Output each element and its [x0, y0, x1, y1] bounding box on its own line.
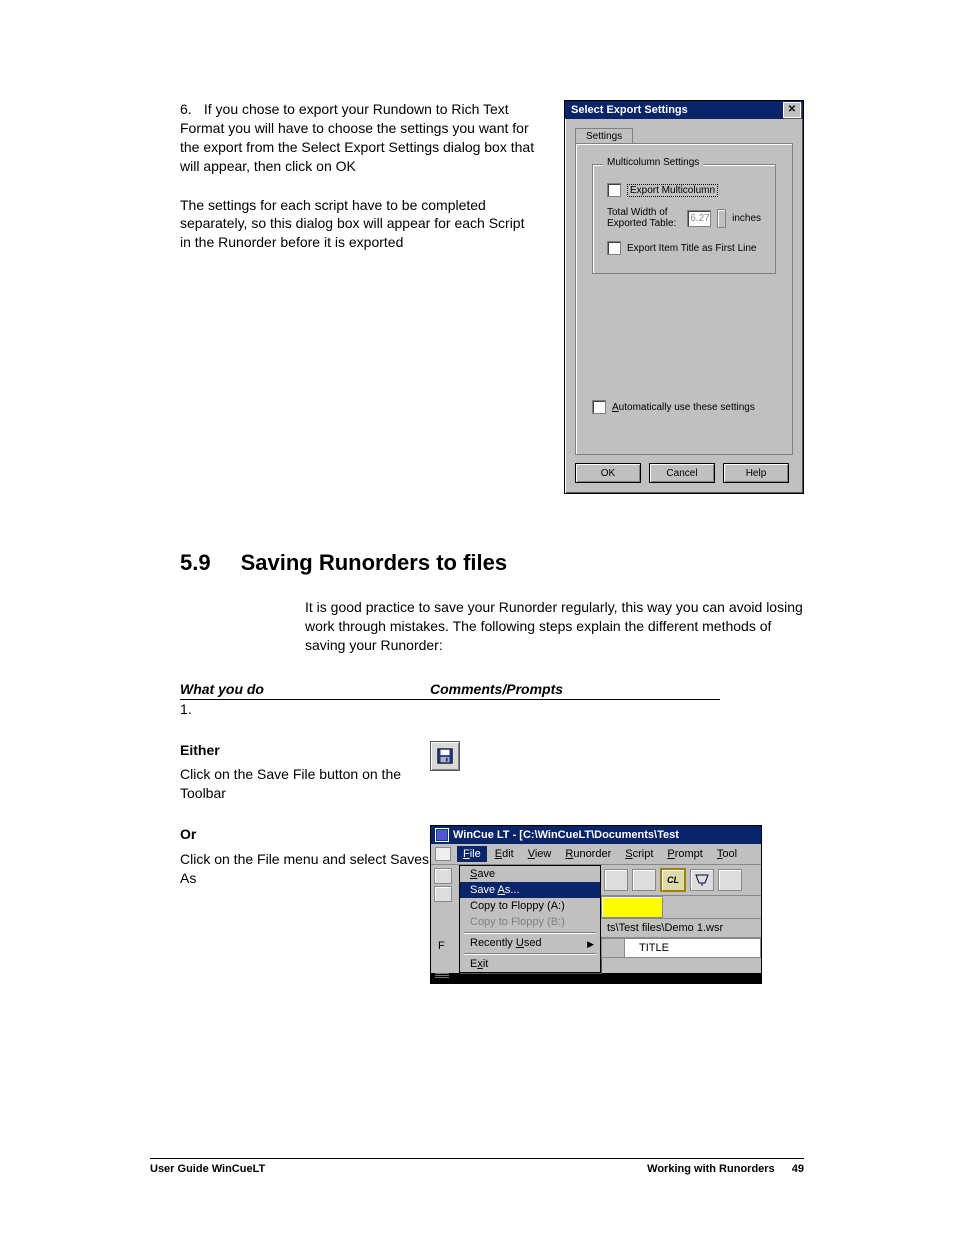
- dialog-title: Select Export Settings: [571, 104, 781, 116]
- group-legend: Multicolumn Settings: [603, 157, 703, 168]
- toolbar-icon[interactable]: [434, 868, 452, 884]
- wincue-titlebar: WinCue LT - [C:\WinCueLT\Documents\Test: [431, 826, 761, 844]
- drag-handle-icon[interactable]: [435, 973, 449, 979]
- wincue-screenshot: WinCue LT - [C:\WinCueLT\Documents\Test …: [430, 825, 762, 984]
- toolbar-cl-icon[interactable]: CL: [660, 868, 686, 892]
- help-button[interactable]: Help: [723, 463, 789, 483]
- prompter-icon: [695, 874, 709, 886]
- dialog-titlebar: Select Export Settings ✕: [565, 101, 803, 119]
- export-multicolumn-label: Export Multicolumn: [627, 184, 718, 197]
- toolbar-icon[interactable]: [604, 869, 628, 891]
- menu-runorder[interactable]: Runorder: [559, 846, 617, 862]
- file-copy-b: Copy to Floppy (B:): [460, 914, 600, 930]
- multicolumn-group: Multicolumn Settings Export Multicolumn …: [592, 164, 776, 274]
- auto-settings-label: Automatically use these settings: [612, 402, 755, 413]
- menu-edit[interactable]: Edit: [489, 846, 520, 862]
- step6-text: 6. If you chose to export your Rundown t…: [180, 100, 546, 176]
- toolbar-icon[interactable]: [434, 886, 452, 902]
- file-copy-a[interactable]: Copy to Floppy (A:): [460, 898, 600, 914]
- page-footer: User Guide WinCueLT Working with Runorde…: [150, 1158, 804, 1175]
- title-column-header: TITLE: [625, 939, 683, 957]
- either-text: Click on the Save File button on the Too…: [180, 765, 430, 803]
- file-save-as[interactable]: Save As...: [460, 882, 600, 898]
- toolbar-icon[interactable]: [718, 869, 742, 891]
- footer-left: User Guide WinCueLT: [150, 1163, 265, 1175]
- file-dropdown: Save Save As... Copy to Floppy (A:) Copy…: [459, 865, 601, 973]
- step-1-number: 1.: [180, 700, 430, 719]
- save-toolbar-button[interactable]: [430, 741, 460, 771]
- col-what-you-do: What you do: [180, 681, 430, 700]
- menu-view[interactable]: View: [522, 846, 558, 862]
- either-label: Either: [180, 741, 430, 760]
- or-text: Click on the File menu and select Saves …: [180, 850, 430, 888]
- export-multicolumn-checkbox[interactable]: [607, 183, 621, 197]
- section-paragraph: It is good practice to save your Runorde…: [305, 598, 804, 655]
- select-export-settings-dialog: Select Export Settings ✕ Settings Multic…: [564, 100, 804, 494]
- app-icon: [435, 828, 449, 842]
- step6-body: If you chose to export your Rundown to R…: [180, 101, 534, 174]
- toolbar-icon[interactable]: [632, 869, 656, 891]
- col-comments: Comments/Prompts: [430, 681, 720, 700]
- footer-right: Working with Runorders: [647, 1163, 775, 1175]
- file-exit[interactable]: Exit: [460, 956, 600, 972]
- tab-settings[interactable]: Settings: [575, 128, 633, 144]
- export-firstline-label: Export Item Title as First Line: [627, 243, 757, 254]
- section-title: Saving Runorders to files: [241, 550, 508, 576]
- file-save[interactable]: Save: [460, 866, 600, 882]
- menu-prompt[interactable]: Prompt: [661, 846, 708, 862]
- width-spinner[interactable]: [717, 209, 726, 228]
- path-display: ts\Test files\Demo 1.wsr: [601, 919, 761, 938]
- export-firstline-checkbox[interactable]: [607, 241, 621, 255]
- menu-tool[interactable]: Tool: [711, 846, 743, 862]
- ok-button[interactable]: OK: [575, 463, 641, 483]
- section-number: 5.9: [180, 550, 211, 576]
- width-unit: inches: [732, 213, 761, 224]
- menu-file[interactable]: File: [457, 846, 487, 862]
- cancel-button[interactable]: Cancel: [649, 463, 715, 483]
- width-input[interactable]: 6.27: [687, 210, 711, 227]
- row-header: [602, 939, 625, 957]
- or-label: Or: [180, 825, 430, 844]
- wincue-title-text: WinCue LT - [C:\WinCueLT\Documents\Test: [453, 829, 679, 841]
- width-label: Total Width of Exported Table:: [607, 207, 681, 229]
- menu-script[interactable]: Script: [619, 846, 659, 862]
- toolbar-highlight[interactable]: [601, 896, 663, 918]
- f-label: F: [434, 940, 456, 952]
- auto-settings-checkbox[interactable]: [592, 400, 606, 414]
- floppy-icon: [436, 747, 454, 765]
- file-recently-used[interactable]: Recently Used▶: [460, 935, 600, 951]
- menubar: File Edit View Runorder Script Prompt To…: [431, 844, 761, 865]
- close-icon[interactable]: ✕: [783, 102, 801, 118]
- page-number: 49: [792, 1163, 804, 1175]
- step6-followup: The settings for each script have to be …: [180, 196, 546, 253]
- document-icon: [435, 847, 451, 861]
- step6-num: 6.: [180, 100, 200, 119]
- toolbar-icon[interactable]: [690, 869, 714, 891]
